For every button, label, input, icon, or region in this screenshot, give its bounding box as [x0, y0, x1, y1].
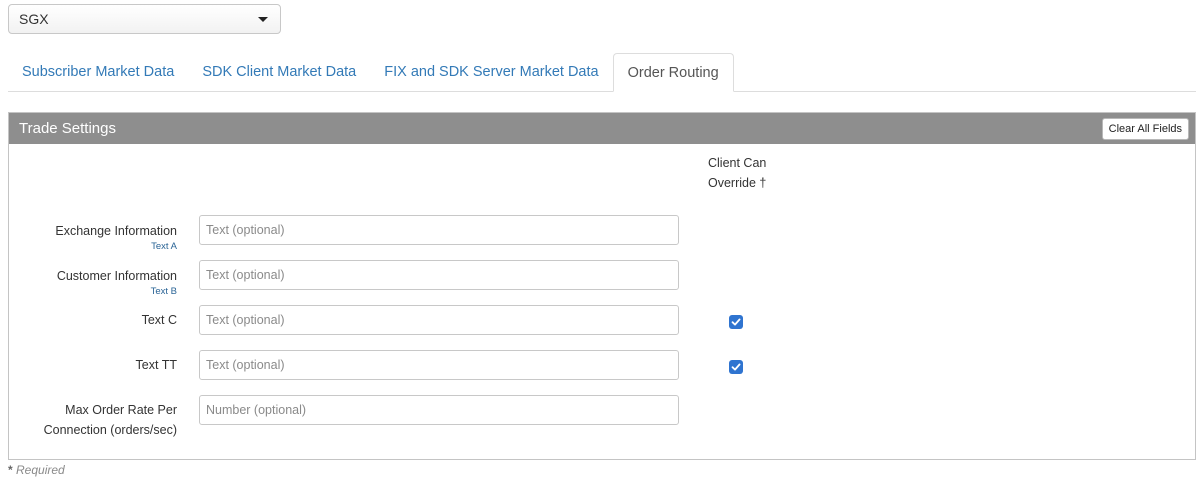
order-routing-page: SGX Subscriber Market Data SDK Client Ma… — [0, 0, 1202, 479]
tab-subscriber-market-data[interactable]: Subscriber Market Data — [8, 53, 188, 91]
max-order-rate-label: Max Order Rate Per Connection (orders/se… — [44, 400, 177, 440]
text-c-label: Text C — [141, 313, 177, 327]
client-can-override-header: Client Can Override † — [708, 153, 766, 193]
panel-header: Trade Settings Clear All Fields — [9, 113, 1195, 144]
customer-information-input[interactable] — [199, 260, 679, 290]
max-order-rate-input[interactable] — [199, 395, 679, 425]
tab-order-routing[interactable]: Order Routing — [612, 53, 734, 92]
exchange-select[interactable]: SGX — [8, 4, 281, 34]
text-tt-input[interactable] — [199, 350, 679, 380]
override-header-line1: Client Can — [708, 156, 767, 170]
exchange-information-input[interactable] — [199, 215, 679, 245]
override-header-line2: Override † — [708, 176, 767, 190]
exchange-information-sublabel: Text A — [151, 241, 177, 252]
exchange-information-label-text: Exchange Information — [55, 224, 177, 238]
max-order-rate-label-line1: Max Order Rate Per — [65, 403, 177, 417]
text-tt-label: Text TT — [135, 358, 177, 372]
checkmark-icon — [731, 363, 741, 371]
text-c-override-checkbox[interactable] — [729, 315, 743, 329]
tab-fix-sdk-server-market-data[interactable]: FIX and SDK Server Market Data — [370, 53, 612, 91]
exchange-information-label: Exchange Information Text A — [55, 221, 177, 252]
clear-all-fields-button[interactable]: Clear All Fields — [1101, 117, 1189, 140]
required-text: Required — [16, 463, 65, 477]
text-c-input[interactable] — [199, 305, 679, 335]
text-tt-override-checkbox[interactable] — [729, 360, 743, 374]
checkmark-icon — [731, 318, 741, 326]
tab-sdk-client-market-data[interactable]: SDK Client Market Data — [188, 53, 370, 91]
required-note: * Required — [8, 463, 65, 477]
customer-information-label: Customer Information Text B — [57, 266, 177, 297]
customer-information-label-text: Customer Information — [56, 269, 177, 283]
max-order-rate-label-line2: Connection (orders/sec) — [43, 423, 177, 437]
settings-tabs: Subscriber Market Data SDK Client Market… — [8, 53, 1196, 92]
required-marker: * — [8, 463, 13, 477]
customer-information-sublabel: Text B — [150, 286, 177, 297]
trade-settings-panel: Trade Settings Clear All Fields Client C… — [8, 112, 1196, 460]
chevron-down-icon — [258, 16, 268, 22]
panel-title: Trade Settings — [19, 120, 116, 137]
exchange-select-value: SGX — [19, 11, 49, 27]
